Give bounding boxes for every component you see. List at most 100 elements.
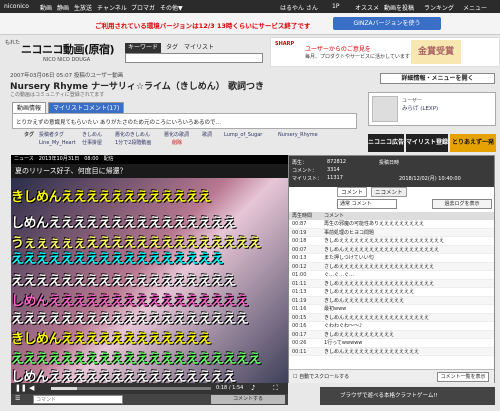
comment-row[interactable]: 01:16 最初www [289,305,494,314]
logo-sub-text: NICO NICO DOUGA [43,57,91,63]
comment-row[interactable]: 01:11 きしめえええええええええええええええええええ [289,279,494,288]
quick-mylist-button[interactable]: とりあえず一発登録 [450,134,496,164]
ginza-version-button[interactable]: GINZAバージョンを使う [333,17,441,30]
tab-comments[interactable]: コメント [337,187,368,197]
nav-item[interactable]: ランキング [424,3,454,12]
nav-item[interactable]: 生放送 [74,3,92,12]
col-time[interactable]: 再生時間 [292,212,312,220]
ad-subline: 毎月、プロダクトやサービスに活かしています [305,54,410,60]
past-log-button[interactable]: 過去ログを表示 [432,199,492,209]
sort-select[interactable]: 通常 コメント [337,199,397,209]
logo-main-text: ニコニコ動画(原宿) [21,43,115,56]
comment-text: きしめんええええええええええええ [324,297,405,304]
video-comment-overlay: ええええええええええええええええええ [11,274,237,289]
seek-bar[interactable] [51,387,211,390]
search-tab-tag[interactable]: タグ [163,43,181,53]
comment-time: 01:00 [292,272,307,278]
comment-list-button[interactable]: コメント一覧を表示 [437,372,489,382]
comment-row[interactable]: 00:19 事前処理のヒヨコ問題 [289,228,494,237]
nav-item[interactable]: その他▼ [160,3,183,12]
tag-item[interactable]: 仕事掛屋 [82,140,102,147]
volume-icon[interactable]: ♪ [251,384,255,392]
nav-item[interactable]: ブロマガ [131,3,155,12]
comment-row[interactable]: 00:07 きしめんえええええええええええええええええええ [289,245,494,254]
tag-item[interactable]: Line_My_Heart [39,140,76,147]
comment-time: 00:16 [292,323,307,329]
search-tab-mylist[interactable]: マイリスト [181,43,217,53]
seek-progress [51,387,77,390]
comment-row[interactable]: 00:17 きしめえええええええええええ [289,330,494,339]
nav-item[interactable]: チャンネル [97,3,127,12]
tag-item[interactable]: 悪化の歌詞 [164,132,189,139]
browser-game-banner[interactable]: ブラウザで遊べる本格クラフトゲーム!! [320,387,495,405]
comment-input-row: ☰ コメントする [11,394,288,405]
open-details-button[interactable]: 詳細情報・メニューを開く [380,73,495,84]
mylist-add-button[interactable]: マイリスト登録 [406,134,448,152]
tab-video-info[interactable]: 動画情報 [12,102,47,113]
comment-row[interactable]: 01:00 ぐ…ぐ…ぐ… [289,271,494,280]
tag-list: タグ 投稿者タグ きしめん 悪化のきしめん 悪化の歌詞 歌詞 Lump_of_S… [12,132,357,154]
nico-ad-button[interactable]: ニコニコ広告 [368,134,404,152]
site-logo-area[interactable]: もれた ニコニコ動画(原宿) NICO NICO DOUGA [5,37,125,67]
video-screen[interactable]: きしめんええええええええええええ しめんえええええええええええええええ うぇぇぇぇぇ… [11,178,288,383]
comment-row[interactable]: 00:13 また押しつけていい匂 [289,254,494,263]
tag-item[interactable]: 投稿者タグ [39,132,64,139]
nav-item[interactable]: 動画 [40,3,52,12]
video-post-meta: 2007年03月06日 05:07 投稿のユーザー動画 [10,73,124,79]
comment-text: 1行ってwwwww [324,340,363,346]
autoscroll-checkbox[interactable]: ☐ 自動でスクロールする [293,373,349,380]
nav-item[interactable]: オススメ [355,3,379,12]
comment-text: きしめえええええええええええええええええええええ [324,238,445,244]
user-greeting[interactable]: はるやん さん [280,3,318,12]
comment-row[interactable]: 00:12 さしめえええええええええええええええええええ [289,262,494,271]
comment-list-icon[interactable]: ☰ [15,395,20,402]
uploader-box: ユーザー みらげ (LEXP) [368,92,496,126]
tag-item[interactable]: 悪化のきしめん [115,132,150,139]
comment-row[interactable]: 00:15 きしめんえええええええええええええええええ [289,313,494,322]
tag-item[interactable]: Nursery_Rhyme [278,132,318,139]
comment-text: きしめんえええええええええええええええええええ [324,246,440,253]
search-tab-keyword[interactable]: キーワード [125,43,162,53]
comment-time: 00:17 [292,331,307,338]
nav-item[interactable]: 動画を投稿 [384,3,414,12]
video-comment-overlay: きしめんええええええええええええ [11,332,212,347]
search-input[interactable] [125,53,263,63]
comment-row[interactable]: 00:87 再生の邪魔の可能性ありえええええええええ [289,220,494,229]
tag-item[interactable]: Lump_of_Sugar [224,132,262,139]
fullscreen-icon[interactable]: ⛶ [273,384,278,393]
comment-row[interactable]: 01:13 きしめえええええええええええええええ [289,288,494,297]
comment-row[interactable]: 01:19 きしめんええええええええええええ [289,296,494,305]
tab-mylist-comments[interactable]: マイリストコメント(17) [48,102,125,113]
post-comment-button[interactable]: コメントする [211,395,285,404]
avatar[interactable] [372,96,398,122]
uploader-name[interactable]: みらげ (LEXP) [402,104,438,112]
col-comment[interactable]: コメント [324,212,344,220]
site-logo[interactable]: niconico [4,3,29,10]
video-comment-overlay: しめんええええええええええええええええ [11,294,249,309]
comment-row[interactable]: 00:11 きしめんえええええええええええええええ [289,347,494,356]
comment-row[interactable]: 00:26 1行ってwwwww [289,339,494,348]
comment-time: 00:11 [292,348,307,355]
stats-header: 再生： 872812 コメント： 3314 マイリスト： 11317 投稿日時 … [289,156,494,187]
post-date-label: 投稿日時 [379,160,400,166]
tag-item[interactable]: 歌詞 [202,132,212,139]
comment-text: きしめえええええええええええええええええええ [324,280,435,287]
nav-item[interactable]: 静画 [57,3,69,12]
pause-icon[interactable]: ❚❚ [15,384,27,392]
nav-item[interactable]: メニュー [463,3,487,12]
command-input[interactable] [33,395,123,404]
warning-text: ご利用されている環境バージョンは12/3 13時くらいにサービス終了です [95,22,311,30]
mylist-label: マイリスト： [292,176,323,182]
comment-row[interactable]: 00:16 ぐわわぐわ～～♪ [289,322,494,331]
comment-row[interactable]: 00:18 きしめえええええええええええええええええええええ [289,237,494,246]
video-comment-overlay: ええええええええええええええええええええ [11,352,262,367]
advertisement-banner[interactable]: SHARP ユーザーからのご意見を 毎月、プロダクトやサービスに活かしています … [270,37,500,67]
tag-item[interactable]: 1分で2段階動画 [115,140,151,147]
rewind-icon[interactable]: ◀ [29,384,34,392]
tag-item[interactable]: 削除 [172,140,182,147]
tab-nicomment[interactable]: ニコメント [371,187,407,197]
tag-item[interactable]: きしめん [82,132,102,139]
comment-time: 01:13 [292,289,307,295]
comment-text: 再生の邪魔の可能性ありえええええええええ [324,221,425,227]
comment-time: 00:13 [292,255,307,261]
